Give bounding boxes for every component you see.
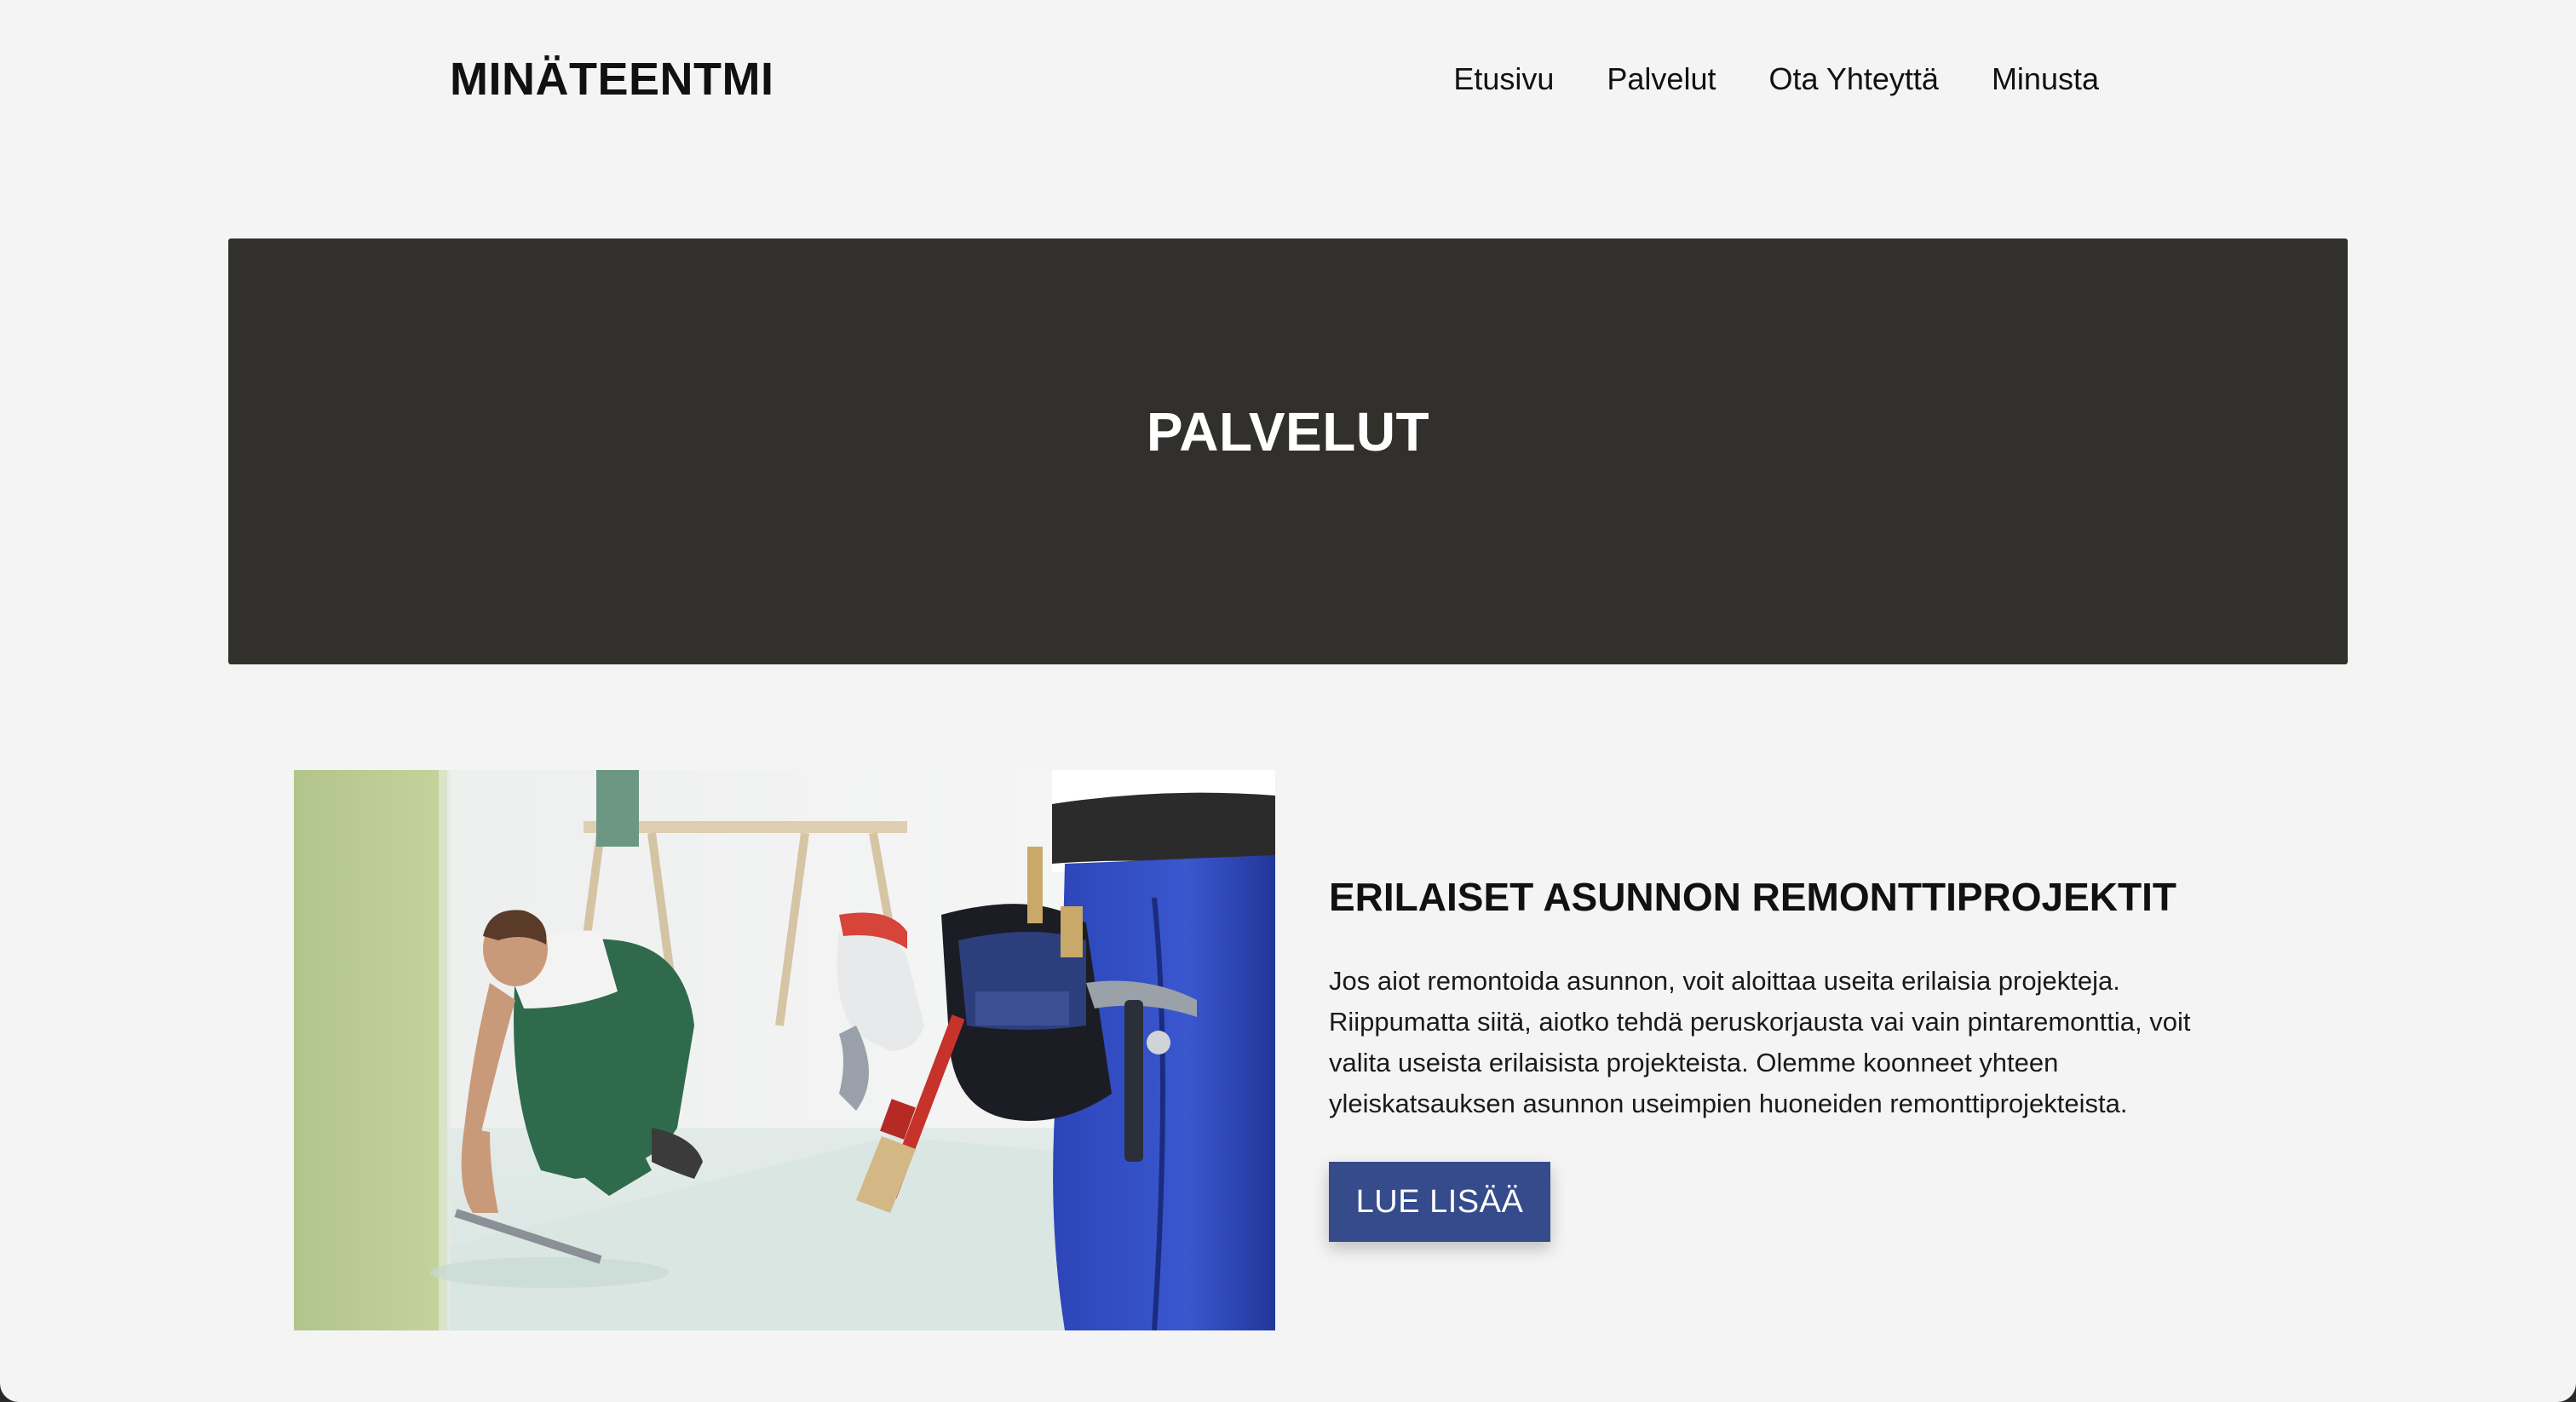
hero-banner: PALVELUT (228, 238, 2348, 664)
main-navigation: Etusivu Palvelut Ota Yhteyttä Minusta (1453, 61, 2099, 97)
nav-link-ota-yhteytta[interactable]: Ota Yhteyttä (1768, 61, 1938, 97)
hero-title: PALVELUT (1146, 401, 1430, 463)
page: MINÄTEENTMI Etusivu Palvelut Ota Yhteytt… (0, 0, 2576, 1402)
nav-link-etusivu[interactable]: Etusivu (1453, 61, 1554, 97)
read-more-button[interactable]: LUE LISÄÄ (1329, 1162, 1550, 1242)
nav-link-minusta[interactable]: Minusta (1992, 61, 2099, 97)
site-logo[interactable]: MINÄTEENTMI (450, 53, 773, 106)
service-title: ERILAISET ASUNNON REMONTTIPROJEKTIT (1329, 875, 2176, 919)
service-description: Jos aiot remontoida asunnon, voit aloitt… (1329, 966, 2191, 1118)
service-image (294, 770, 1275, 1330)
nav-link-palvelut[interactable]: Palvelut (1607, 61, 1716, 97)
renovation-worker-photo (294, 770, 1275, 1330)
